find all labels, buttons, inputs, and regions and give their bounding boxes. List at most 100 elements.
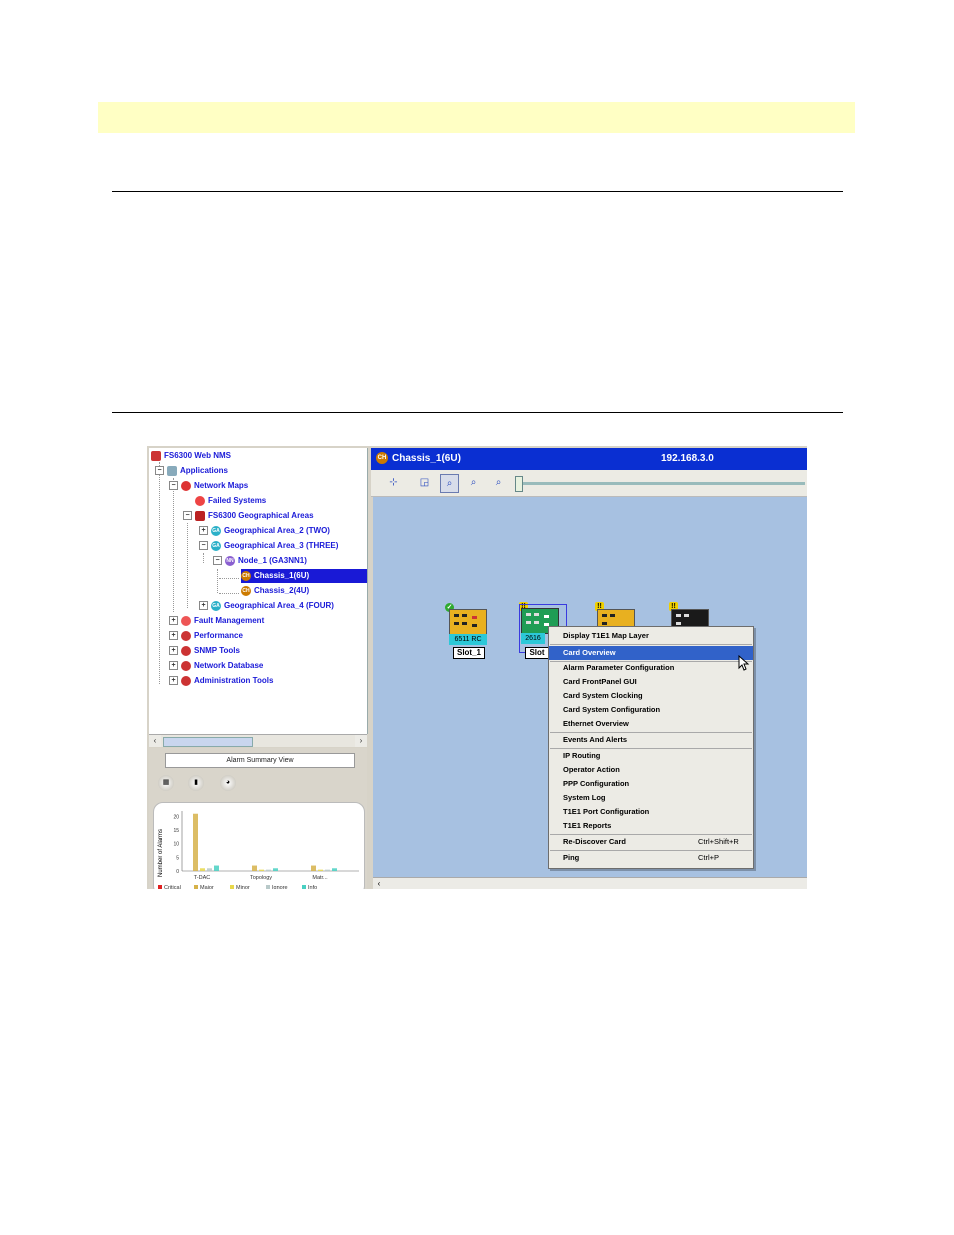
tree-item-ga3[interactable]: − GA Geographical Area_3 (THREE) [199, 539, 338, 553]
mouse-cursor-icon [738, 655, 750, 671]
menu-item-label: Card FrontPanel GUI [563, 677, 637, 686]
menu-item-display-t1e1-map-layer[interactable]: Display T1E1 Map Layer [549, 629, 753, 643]
menu-item-label: Re-Discover Card [563, 837, 626, 846]
tree-item-label: SNMP Tools [194, 646, 240, 655]
collapse-icon[interactable]: − [213, 556, 222, 566]
menu-item-system-log[interactable]: System Log [549, 791, 753, 805]
scroll-right-icon[interactable]: › [355, 735, 367, 747]
bar-major [193, 813, 198, 871]
zoom-slider[interactable] [515, 476, 805, 492]
zoom-out-icon[interactable]: ⌕ [490, 474, 507, 491]
tree-item-chassis1[interactable]: CH Chassis_1(6U) [241, 569, 367, 583]
menu-item-card-overview[interactable]: Card Overview [549, 646, 753, 660]
card-6511rc[interactable] [449, 609, 487, 635]
select-icon[interactable]: ◲ [416, 474, 433, 491]
map-horizontal-scrollbar[interactable]: ‹ [373, 877, 807, 889]
table-view-icon[interactable]: ▦ [158, 775, 174, 791]
tree-item-label: Chassis_2(4U) [254, 586, 310, 595]
legend-swatch [230, 885, 234, 889]
tree-item-geo-areas[interactable]: − FS6300 Geographical Areas [183, 509, 314, 523]
collapse-icon[interactable]: − [183, 511, 192, 521]
pie-chart-icon[interactable]: ◕ [220, 775, 236, 791]
menu-item-card-system-configuration[interactable]: Card System Configuration [549, 703, 753, 717]
bar-ignore [266, 869, 271, 871]
expand-icon[interactable]: + [169, 661, 178, 671]
layout-icon[interactable]: ⊹ [385, 474, 402, 491]
menu-item-ip-routing[interactable]: IP Routing [549, 749, 753, 763]
tree-item-ga4[interactable]: + GA Geographical Area_4 (FOUR) [199, 599, 334, 613]
expand-icon[interactable]: + [169, 616, 178, 626]
menu-item-t1e1-reports[interactable]: T1E1 Reports [549, 819, 753, 833]
menu-item-card-system-clocking[interactable]: Card System Clocking [549, 689, 753, 703]
tree-item-network-maps[interactable]: − Network Maps [169, 479, 248, 493]
bar-chart-icon[interactable]: ▮ [188, 775, 204, 791]
tree-item-label: Node_1 (GA3NN1) [238, 556, 307, 565]
expand-icon[interactable]: + [169, 676, 178, 686]
tree-item-label: Applications [180, 466, 229, 475]
ga-icon: GA [211, 525, 221, 536]
collapse-icon[interactable]: − [169, 481, 178, 491]
menu-item-operator-action[interactable]: Operator Action [549, 763, 753, 777]
legend-label: Major [200, 885, 214, 889]
tree-horizontal-scrollbar[interactable]: ‹ › [149, 734, 367, 747]
menu-item-events-and-alerts[interactable]: Events And Alerts [549, 733, 753, 747]
alarm-summary-panel: Alarm Summary View ▦ ▮ ◕ Number of Alarm… [149, 748, 367, 889]
tree-item-administration-tools[interactable]: + Administration Tools [169, 674, 273, 688]
menu-item-alarm-parameter-configuration[interactable]: Alarm Parameter Configuration [549, 661, 753, 675]
collapse-icon[interactable]: − [155, 466, 164, 476]
tree-root[interactable]: FS6300 Web NMS [151, 449, 231, 463]
tree-item-performance[interactable]: + Performance [169, 629, 243, 643]
scroll-left-icon[interactable]: ‹ [373, 878, 385, 889]
expand-icon[interactable]: + [169, 631, 178, 641]
tree-item-failed-systems[interactable]: Failed Systems [195, 494, 266, 508]
tree-item-label: Network Database [194, 661, 264, 670]
menu-separator [550, 644, 752, 645]
zoom-fit-icon[interactable]: ⌕ [440, 474, 459, 493]
scroll-left-icon[interactable]: ‹ [149, 735, 161, 747]
zoom-in-icon[interactable]: ⌕ [465, 474, 482, 491]
geo-areas-icon [195, 510, 205, 521]
tree-item-snmp-tools[interactable]: + SNMP Tools [169, 644, 240, 658]
tree-item-ga2[interactable]: + GA Geographical Area_2 (TWO) [199, 524, 330, 538]
scroll-thumb[interactable] [163, 737, 253, 747]
tree-item-node1[interactable]: − NN Node_1 (GA3NN1) [213, 554, 307, 568]
x-tick-label: Topology [250, 875, 272, 881]
tree-item-label: Fault Management [194, 616, 265, 625]
legend-label: Ignore [272, 885, 288, 889]
menu-item-label: PPP Configuration [563, 779, 630, 788]
tree-item-applications[interactable]: − Applications [155, 464, 228, 478]
menu-item-ping[interactable]: Ping Ctrl+P [549, 851, 753, 865]
tree-item-label: Geographical Area_4 (FOUR) [224, 601, 334, 610]
bar-minor [200, 868, 205, 871]
expand-icon[interactable]: + [169, 646, 178, 656]
menu-item-re-discover-card[interactable]: Re-Discover Card Ctrl+Shift+R [549, 835, 753, 849]
menu-item-ppp-configuration[interactable]: PPP Configuration [549, 777, 753, 791]
collapse-icon[interactable]: − [199, 541, 208, 551]
menu-item-label: Card Overview [563, 648, 616, 657]
failed-systems-icon [195, 495, 205, 506]
tree-item-network-database[interactable]: + Network Database [169, 659, 263, 673]
menu-item-ethernet-overview[interactable]: Ethernet Overview [549, 717, 753, 731]
chassis-icon: CH [241, 585, 251, 596]
tree-item-label: Performance [194, 631, 243, 640]
menu-item-shortcut: Ctrl+Shift+R [698, 837, 739, 846]
expand-icon[interactable]: + [199, 601, 208, 611]
menu-item-card-frontpanel-gui[interactable]: Card FrontPanel GUI [549, 675, 753, 689]
menu-item-t1e1-port-configuration[interactable]: T1E1 Port Configuration [549, 805, 753, 819]
applications-icon [167, 465, 177, 476]
y-axis-label: Number of Alarms [158, 829, 164, 877]
zoom-slider-knob[interactable] [515, 476, 523, 492]
expand-icon[interactable]: + [199, 526, 208, 536]
slot-label: Slot [525, 647, 549, 659]
tree-item-fault-management[interactable]: + Fault Management [169, 614, 264, 628]
bar-minor [259, 869, 264, 871]
bar-ignore [325, 869, 330, 871]
tree-item-chassis2[interactable]: CH Chassis_2(4U) [241, 584, 309, 598]
ga-icon: GA [211, 600, 221, 611]
y-tick-label: 0 [176, 869, 179, 875]
tree-item-label: Geographical Area_2 (TWO) [224, 526, 330, 535]
slot-label: Slot_1 [453, 647, 485, 659]
menu-item-shortcut: Ctrl+P [698, 853, 720, 862]
menu-item-label: Ping [563, 853, 580, 862]
bottom-rule [112, 412, 843, 413]
